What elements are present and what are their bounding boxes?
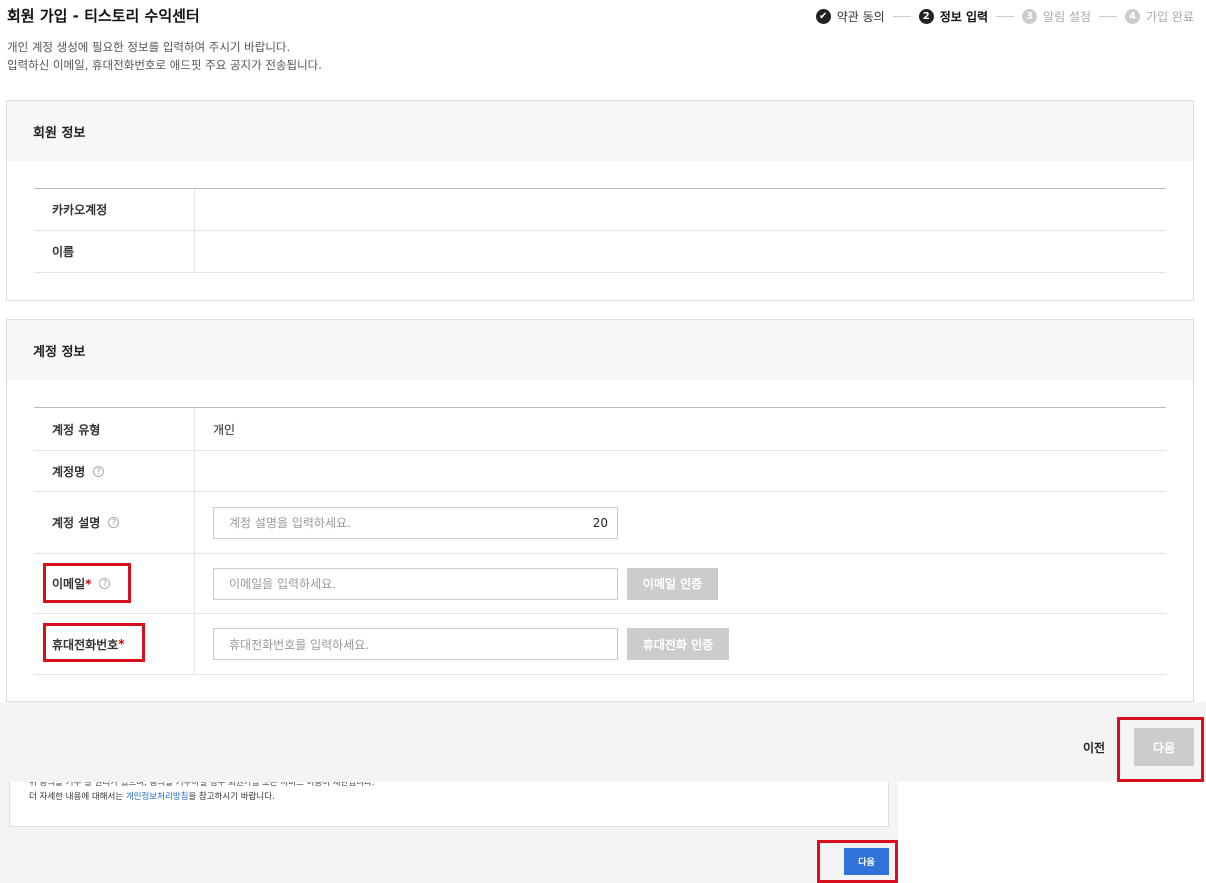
help-icon[interactable]: ? — [93, 465, 105, 477]
notice-line: 위 동의를 거부 할 권리가 있으며, 동의를 거부하실 경우 회원가입 또는 … — [29, 782, 375, 788]
phone-verify-button[interactable]: 휴대전화 인증 — [627, 628, 729, 660]
account-type-label: 계정 유형 — [34, 408, 195, 450]
step-divider — [892, 16, 911, 17]
table-row: 카카오계정 — [34, 189, 1166, 231]
member-info-section: 회원 정보 카카오계정 이름 — [6, 100, 1194, 301]
step-label: 알림 설정 — [1043, 10, 1092, 24]
privacy-notice: 위 동의를 거부 할 권리가 있으며, 동의를 거부하실 경우 회원가입 또는 … — [9, 782, 889, 827]
highlight-box — [43, 623, 145, 662]
char-counter: 20 — [592, 515, 608, 530]
page-title: 회원 가입 - 티스토리 수익센터 — [7, 7, 200, 25]
step-complete: 4 가입 완료 — [1125, 8, 1194, 25]
email-cell: 이메일을 입력하세요. 이메일 인증 — [195, 567, 1166, 600]
email-verify-button[interactable]: 이메일 인증 — [627, 567, 718, 600]
member-info-table: 카카오계정 이름 — [34, 188, 1166, 273]
page-description: 개인 계정 생성에 필요한 정보를 입력하여 주시기 바랍니다. 입력하신 이메… — [7, 38, 322, 74]
privacy-policy-link[interactable]: 개인정보처리방침 — [126, 792, 189, 802]
account-desc-label-cell: 계정 설명 ? — [34, 492, 195, 553]
step-number: 3 — [1022, 9, 1038, 24]
section-title: 회원 정보 — [7, 101, 1193, 161]
step-label: 정보 입력 — [939, 10, 989, 24]
account-desc-label: 계정 설명 — [52, 516, 101, 530]
account-name-label: 계정명 — [52, 464, 86, 479]
step-terms: ✔ 약관 동의 — [815, 8, 885, 25]
phone-input[interactable]: 휴대전화번호를 입력하세요. — [213, 628, 618, 660]
phone-cell: 휴대전화번호를 입력하세요. 휴대전화 인증 — [195, 628, 1166, 660]
step-divider — [996, 16, 1015, 17]
row-label: 이름 — [34, 231, 195, 272]
table-row: 계정 설명 ? 계정 설명을 입력하세요. 20 — [34, 492, 1166, 554]
table-row: 이름 — [34, 231, 1166, 273]
account-name-label-cell: 계정명 ? — [34, 451, 195, 491]
step-label: 약관 동의 — [836, 10, 885, 24]
step-notification: 3 알림 설정 — [1022, 8, 1091, 25]
account-info-section: 계정 정보 계정 유형 개인 계정명 ? 계정 설명 ? 계정 설명을 입력하세… — [6, 319, 1194, 702]
step-divider — [1099, 16, 1118, 17]
input-placeholder: 계정 설명을 입력하세요. — [229, 516, 351, 530]
table-row: 휴대전화번호 * 휴대전화번호를 입력하세요. 휴대전화 인증 — [34, 614, 1166, 675]
highlight-box — [1117, 717, 1204, 782]
email-input[interactable]: 이메일을 입력하세요. — [213, 567, 618, 600]
description-line: 개인 계정 생성에 필요한 정보를 입력하여 주시기 바랍니다. — [7, 40, 291, 54]
account-type-value: 개인 — [213, 422, 236, 437]
highlight-box — [817, 840, 898, 883]
notice-text: 더 자세한 내용에 대해서는 — [29, 792, 126, 802]
page-header: 회원 가입 - 티스토리 수익센터 개인 계정 생성에 필요한 정보를 입력하여… — [0, 0, 1206, 90]
step-number: 2 — [918, 9, 934, 24]
account-info-table: 계정 유형 개인 계정명 ? 계정 설명 ? 계정 설명을 입력하세요. 20 — [34, 407, 1166, 675]
step-info: 2 정보 입력 — [918, 8, 989, 25]
check-icon: ✔ — [815, 9, 831, 24]
notice-line: 더 자세한 내용에 대해서는 개인정보처리방침을 참고하시기 바랍니다. — [29, 790, 888, 804]
signup-steps: ✔ 약관 동의 2 정보 입력 3 알림 설정 4 가입 완료 — [815, 8, 1194, 25]
help-icon[interactable]: ? — [108, 517, 120, 528]
table-row: 계정 유형 개인 — [34, 408, 1166, 451]
account-desc-cell: 계정 설명을 입력하세요. 20 — [195, 506, 1166, 539]
input-placeholder: 휴대전화번호를 입력하세요. — [229, 637, 370, 652]
notice-text: 을 참고하시기 바랍니다. — [188, 792, 275, 802]
step-number: 4 — [1125, 9, 1141, 24]
prev-button[interactable]: 이전 — [1083, 739, 1105, 756]
account-desc-input[interactable]: 계정 설명을 입력하세요. 20 — [213, 506, 618, 539]
row-label: 카카오계정 — [34, 189, 195, 230]
section-title: 계정 정보 — [7, 320, 1193, 380]
input-placeholder: 이메일을 입력하세요. — [229, 577, 336, 591]
footer-bar — [0, 702, 1206, 782]
highlight-box — [43, 563, 131, 603]
table-row: 계정명 ? — [34, 451, 1166, 492]
table-row: 이메일 * ? 이메일을 입력하세요. 이메일 인증 — [34, 554, 1166, 614]
step-label: 가입 완료 — [1146, 10, 1194, 24]
description-line: 입력하신 이메일, 휴대전화번호로 애드핏 주요 공지가 전송됩니다. — [7, 58, 322, 72]
